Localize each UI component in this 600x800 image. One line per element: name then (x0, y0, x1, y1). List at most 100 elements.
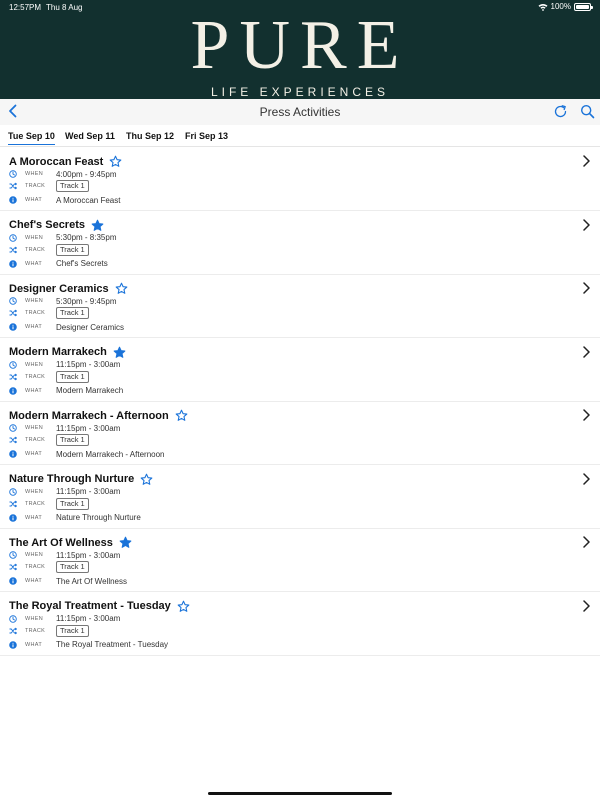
track-row: TRACK Track 1 (9, 434, 89, 446)
chevron-right-icon (583, 472, 590, 485)
favorite-star-icon[interactable] (177, 600, 190, 613)
track-badge[interactable]: Track 1 (56, 243, 89, 256)
when-value: 5:30pm - 9:45pm (56, 296, 117, 306)
tab-wed-sep-11[interactable]: Wed Sep 11 (65, 131, 115, 144)
brand-logo: PURE (190, 7, 410, 84)
list-item[interactable]: Designer Ceramics WHEN 5:30pm - 9:45pm T… (0, 275, 600, 338)
tab-thu-sep-12[interactable]: Thu Sep 12 (126, 131, 174, 144)
favorite-star-icon[interactable] (119, 536, 132, 549)
clock-icon (9, 233, 17, 242)
clock-icon (9, 170, 17, 178)
track-row: TRACK Track 1 (9, 243, 89, 256)
favorite-star-icon[interactable] (115, 282, 128, 295)
track-badge[interactable]: Track 1 (56, 561, 89, 573)
home-indicator[interactable] (208, 792, 392, 795)
when-label: WHEN (25, 552, 44, 558)
what-label: WHAT (25, 514, 42, 521)
what-label: WHAT (25, 197, 42, 203)
search-icon[interactable] (580, 104, 595, 119)
when-label: WHEN (25, 361, 44, 368)
when-row: WHEN 11:15pm - 3:00am (9, 422, 120, 434)
tab-fri-sep-13[interactable]: Fri Sep 13 (185, 131, 228, 144)
track-label: TRACK (25, 500, 46, 507)
when-row: WHEN 11:15pm - 3:00am (9, 549, 120, 561)
track-row: TRACK Track 1 (9, 180, 89, 192)
track-badge[interactable]: Track 1 (56, 307, 89, 319)
shuffle-icon (9, 246, 17, 253)
item-title-row: A Moroccan Feast (9, 155, 122, 168)
what-value: The Royal Treatment - Tuesday (56, 640, 169, 649)
chevron-right-icon (583, 282, 590, 294)
favorite-star-icon[interactable] (175, 409, 188, 422)
list-item[interactable]: The Royal Treatment - Tuesday WHEN 11:15… (0, 593, 600, 656)
track-badge[interactable]: Track 1 (56, 370, 89, 383)
when-row: WHEN 11:15pm - 3:00am (9, 613, 120, 625)
navigation-bar: Press Activities (0, 99, 600, 125)
when-label: WHEN (25, 298, 44, 304)
favorite-star-icon[interactable] (113, 346, 126, 359)
when-row: WHEN 5:30pm - 9:45pm (9, 295, 116, 307)
list-item[interactable]: Modern Marrakech - Afternoon WHEN 11:15p… (0, 402, 600, 465)
brand-tagline: LIFE EXPERIENCES (210, 85, 390, 99)
what-label: WHAT (25, 260, 42, 267)
favorite-star-icon[interactable] (91, 219, 104, 232)
when-label: WHEN (25, 171, 44, 177)
list-item[interactable]: Nature Through Nurture WHEN 11:15pm - 3:… (0, 466, 600, 529)
what-value: Chef's Secrets (56, 259, 108, 268)
track-badge[interactable]: Track 1 (56, 624, 89, 637)
page-title: Press Activities (259, 105, 341, 119)
info-icon (9, 386, 17, 395)
tab-tue-sep-10[interactable]: Tue Sep 10 (8, 131, 55, 145)
favorite-star-icon[interactable] (109, 155, 122, 168)
what-label: WHAT (25, 324, 42, 330)
track-badge[interactable]: Track 1 (56, 180, 89, 192)
wifi-icon (538, 3, 548, 11)
battery-percent: 100% (550, 2, 571, 11)
when-label: WHEN (25, 488, 44, 495)
shuffle-icon (9, 309, 17, 317)
track-label: TRACK (25, 310, 46, 316)
clock-icon (9, 297, 17, 305)
shuffle-icon (9, 182, 17, 190)
what-row: WHAT Modern Marrakech (9, 385, 123, 397)
item-title-row: Designer Ceramics (9, 282, 128, 295)
activity-title: The Art Of Wellness (9, 536, 113, 549)
what-value: Nature Through Nurture (56, 513, 141, 522)
clock-icon (9, 487, 17, 496)
when-label: WHEN (25, 234, 44, 241)
track-badge[interactable]: Track 1 (56, 497, 89, 510)
activity-title: Modern Marrakech - Afternoon (9, 409, 169, 422)
what-value: Designer Ceramics (56, 322, 125, 332)
what-row: WHAT A Moroccan Feast (9, 194, 120, 206)
info-icon (9, 513, 17, 522)
list-item[interactable]: Modern Marrakech WHEN 11:15pm - 3:00am T… (0, 339, 600, 402)
when-row: WHEN 4:00pm - 9:45pm (9, 168, 116, 180)
item-title-row: The Royal Treatment - Tuesday (9, 600, 190, 613)
info-icon (9, 259, 17, 268)
list-item[interactable]: The Art Of Wellness WHEN 11:15pm - 3:00a… (0, 529, 600, 592)
chevron-right-icon (583, 409, 590, 421)
app-header: 12:57PM Thu 8 Aug 100% PURE LIFE EXPERIE… (0, 0, 600, 99)
when-value: 11:15pm - 3:00am (56, 360, 121, 369)
activity-title: A Moroccan Feast (9, 155, 104, 168)
track-badge[interactable]: Track 1 (56, 434, 89, 446)
shuffle-icon (9, 436, 17, 444)
shuffle-icon (9, 563, 17, 571)
what-label: WHAT (25, 451, 42, 457)
activity-title: Modern Marrakech (9, 346, 107, 358)
status-indicators: 100% (538, 2, 593, 11)
favorite-star-icon[interactable] (140, 473, 153, 486)
chevron-right-icon (583, 218, 590, 231)
track-row: TRACK Track 1 (9, 307, 89, 319)
shuffle-icon (9, 373, 17, 380)
list-item[interactable]: Chef's Secrets WHEN 5:30pm - 8:35pm TRAC… (0, 212, 600, 275)
what-label: WHAT (25, 641, 42, 648)
track-label: TRACK (25, 564, 46, 570)
list-item[interactable]: A Moroccan Feast WHEN 4:00pm - 9:45pm TR… (0, 148, 600, 211)
info-icon (9, 577, 17, 585)
what-row: WHAT Chef's Secrets (9, 258, 108, 270)
what-row: WHAT Modern Marrakech - Afternoon (9, 448, 165, 460)
refresh-icon[interactable] (553, 104, 568, 119)
when-row: WHEN 11:15pm - 3:00am (9, 486, 120, 498)
battery-icon (574, 2, 593, 11)
